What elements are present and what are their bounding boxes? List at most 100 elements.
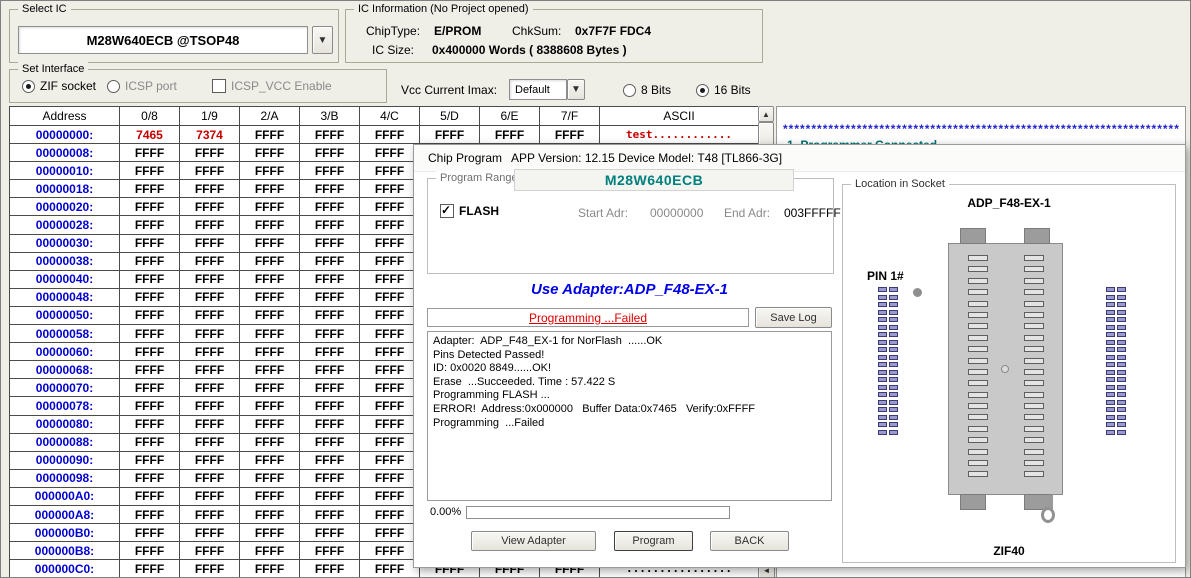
8-bits-radio[interactable]: 8 Bits [623, 83, 671, 97]
hex-value-cell[interactable]: FFFF [300, 451, 360, 469]
hex-value-cell[interactable]: FFFF [180, 343, 240, 361]
hex-value-cell[interactable]: FFFF [120, 469, 180, 487]
ic-select-dropdown-button[interactable]: ▼ [312, 26, 333, 54]
hex-value-cell[interactable]: FFFF [360, 379, 420, 397]
hex-value-cell[interactable]: FFFF [180, 306, 240, 324]
hex-value-cell[interactable]: FFFF [360, 126, 420, 144]
hex-value-cell[interactable]: FFFF [240, 270, 300, 288]
hex-value-cell[interactable]: FFFF [360, 524, 420, 542]
hex-value-cell[interactable]: FFFF [300, 126, 360, 144]
hex-value-cell[interactable]: FFFF [180, 397, 240, 415]
hex-value-cell[interactable]: FFFF [360, 542, 420, 560]
hex-value-cell[interactable]: FFFF [240, 288, 300, 306]
hex-value-cell[interactable]: FFFF [300, 397, 360, 415]
hex-value-cell[interactable]: FFFF [300, 288, 360, 306]
hex-value-cell[interactable]: FFFF [300, 415, 360, 433]
scrollbar-up-button[interactable]: ▲ [758, 106, 774, 122]
hex-value-cell[interactable]: FFFF [300, 469, 360, 487]
hex-ascii-cell[interactable]: test............ [600, 126, 759, 144]
hex-value-cell[interactable]: FFFF [360, 180, 420, 198]
hex-value-cell[interactable]: 7465 [120, 126, 180, 144]
hex-value-cell[interactable]: FFFF [180, 288, 240, 306]
hex-value-cell[interactable]: FFFF [180, 524, 240, 542]
16-bits-radio[interactable]: 16 Bits [696, 83, 751, 97]
hex-value-cell[interactable]: FFFF [300, 180, 360, 198]
hex-value-cell[interactable]: FFFF [240, 505, 300, 523]
hex-value-cell[interactable]: FFFF [300, 343, 360, 361]
hex-value-cell[interactable]: FFFF [360, 451, 420, 469]
hex-value-cell[interactable]: FFFF [300, 560, 360, 578]
hex-value-cell[interactable]: FFFF [120, 306, 180, 324]
hex-value-cell[interactable]: FFFF [360, 234, 420, 252]
vcc-dropdown-button[interactable]: ▼ [567, 79, 585, 100]
hex-value-cell[interactable]: FFFF [180, 505, 240, 523]
hex-value-cell[interactable]: FFFF [120, 162, 180, 180]
hex-value-cell[interactable]: FFFF [240, 198, 300, 216]
hex-value-cell[interactable]: FFFF [240, 397, 300, 415]
hex-value-cell[interactable]: FFFF [120, 180, 180, 198]
hex-value-cell[interactable]: FFFF [360, 469, 420, 487]
hex-value-cell[interactable]: FFFF [360, 144, 420, 162]
hex-value-cell[interactable]: FFFF [240, 433, 300, 451]
hex-value-cell[interactable]: FFFF [240, 487, 300, 505]
hex-value-cell[interactable]: FFFF [120, 433, 180, 451]
hex-value-cell[interactable]: FFFF [360, 397, 420, 415]
hex-value-cell[interactable]: FFFF [180, 270, 240, 288]
hex-value-cell[interactable]: FFFF [300, 162, 360, 180]
hex-value-cell[interactable]: FFFF [300, 270, 360, 288]
hex-value-cell[interactable]: FFFF [360, 162, 420, 180]
hex-value-cell[interactable]: FFFF [180, 560, 240, 578]
hex-value-cell[interactable]: FFFF [480, 126, 540, 144]
hex-value-cell[interactable]: FFFF [180, 451, 240, 469]
hex-value-cell[interactable]: FFFF [240, 252, 300, 270]
hex-value-cell[interactable]: FFFF [300, 325, 360, 343]
hex-value-cell[interactable]: FFFF [240, 560, 300, 578]
hex-value-cell[interactable]: FFFF [180, 144, 240, 162]
hex-value-cell[interactable]: FFFF [120, 379, 180, 397]
hex-value-cell[interactable]: FFFF [120, 343, 180, 361]
hex-value-cell[interactable]: FFFF [240, 126, 300, 144]
hex-value-cell[interactable]: FFFF [120, 505, 180, 523]
hex-value-cell[interactable]: FFFF [180, 415, 240, 433]
hex-value-cell[interactable]: FFFF [180, 234, 240, 252]
end-adr-value[interactable]: 003FFFFF [784, 206, 841, 220]
hex-value-cell[interactable]: FFFF [120, 397, 180, 415]
hex-value-cell[interactable]: FFFF [360, 270, 420, 288]
hex-value-cell[interactable]: FFFF [240, 451, 300, 469]
hex-value-cell[interactable]: FFFF [180, 361, 240, 379]
hex-value-cell[interactable]: FFFF [360, 306, 420, 324]
program-log[interactable]: Adapter: ADP_F48_EX-1 for NorFlash .....… [427, 331, 832, 501]
hex-value-cell[interactable]: FFFF [180, 216, 240, 234]
hex-value-cell[interactable]: FFFF [120, 216, 180, 234]
hex-value-cell[interactable]: FFFF [300, 542, 360, 560]
hex-value-cell[interactable]: FFFF [120, 451, 180, 469]
hex-value-cell[interactable]: FFFF [300, 252, 360, 270]
hex-value-cell[interactable]: FFFF [300, 505, 360, 523]
hex-value-cell[interactable]: FFFF [300, 306, 360, 324]
hex-value-cell[interactable]: FFFF [540, 126, 600, 144]
hex-value-cell[interactable]: FFFF [300, 216, 360, 234]
hex-value-cell[interactable]: FFFF [180, 180, 240, 198]
hex-value-cell[interactable]: FFFF [360, 487, 420, 505]
hex-value-cell[interactable]: FFFF [240, 216, 300, 234]
hex-value-cell[interactable]: FFFF [360, 505, 420, 523]
hex-value-cell[interactable]: FFFF [120, 234, 180, 252]
view-adapter-button[interactable]: View Adapter [471, 531, 596, 551]
program-button[interactable]: Program [614, 531, 693, 551]
hex-value-cell[interactable]: FFFF [300, 198, 360, 216]
hex-value-cell[interactable]: FFFF [300, 487, 360, 505]
hex-value-cell[interactable]: FFFF [180, 487, 240, 505]
hex-value-cell[interactable]: FFFF [180, 325, 240, 343]
save-log-button[interactable]: Save Log [755, 307, 832, 328]
hex-value-cell[interactable]: FFFF [360, 361, 420, 379]
hex-value-cell[interactable]: FFFF [120, 325, 180, 343]
hex-value-cell[interactable]: FFFF [120, 542, 180, 560]
hex-value-cell[interactable]: FFFF [180, 252, 240, 270]
hex-value-cell[interactable]: 7374 [180, 126, 240, 144]
hex-value-cell[interactable]: FFFF [120, 252, 180, 270]
back-button[interactable]: BACK [710, 531, 789, 551]
hex-value-cell[interactable]: FFFF [300, 144, 360, 162]
hex-value-cell[interactable]: FFFF [360, 560, 420, 578]
hex-value-cell[interactable]: FFFF [180, 542, 240, 560]
hex-value-cell[interactable]: FFFF [300, 524, 360, 542]
